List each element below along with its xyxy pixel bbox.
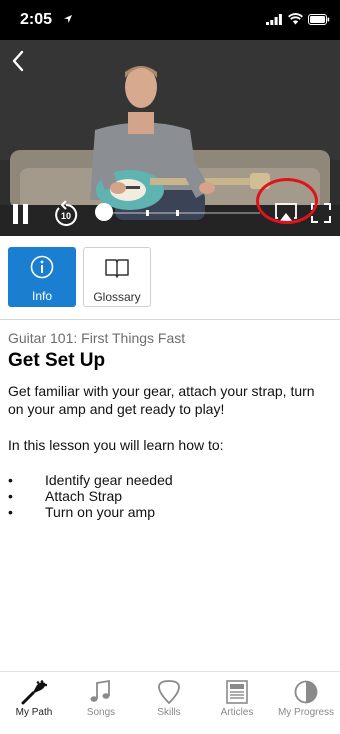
objectives-list: Identify gear needed Attach Strap Turn o… — [8, 472, 332, 520]
nav-my-progress-label: My Progress — [277, 707, 335, 718]
status-time: 2:05 — [20, 11, 53, 28]
replay-seconds: 10 — [61, 211, 71, 221]
info-icon — [30, 255, 54, 279]
pause-button[interactable] — [13, 204, 29, 224]
tab-info[interactable]: Info — [8, 247, 76, 307]
nav-skills[interactable]: Skills — [135, 672, 203, 734]
article-icon — [226, 680, 248, 704]
location-arrow-icon — [64, 15, 72, 23]
list-item: Identify gear needed — [8, 472, 332, 488]
nav-my-path[interactable]: My Path — [0, 672, 68, 734]
wifi-icon — [288, 13, 303, 25]
cellular-signal-icon — [266, 14, 282, 25]
nav-my-progress[interactable]: My Progress — [272, 672, 340, 734]
nav-articles[interactable]: Articles — [203, 672, 271, 734]
highlight-circle — [256, 178, 318, 224]
nav-skills-label: Skills — [157, 707, 181, 718]
course-title: Guitar 101: First Things Fast — [8, 330, 186, 346]
guitar-pick-icon — [158, 680, 180, 705]
list-item: Attach Strap — [8, 488, 332, 504]
pause-bar-right — [23, 204, 28, 224]
nav-songs[interactable]: Songs — [67, 672, 135, 734]
nav-my-path-label: My Path — [15, 707, 53, 718]
seek-bar[interactable] — [100, 210, 260, 216]
status-bar: 2:05 — [0, 0, 340, 40]
chapter-marker — [146, 210, 149, 216]
pause-bar-left — [13, 204, 18, 224]
music-note-icon — [90, 679, 110, 702]
seek-knob[interactable] — [95, 203, 113, 221]
lesson-title: Get Set Up — [8, 350, 106, 371]
back-button[interactable] — [8, 48, 30, 74]
replay-icon: 10 — [55, 200, 78, 226]
nav-songs-label: Songs — [86, 707, 116, 718]
replay-10-button[interactable]: 10 — [53, 199, 79, 227]
progress-circle-icon — [294, 680, 318, 704]
tab-glossary-label: Glossary — [93, 290, 141, 304]
list-item: Turn on your amp — [8, 504, 332, 520]
chapter-marker — [176, 210, 179, 216]
book-icon — [105, 259, 129, 278]
lesson-tabs: Info Glossary — [0, 236, 340, 320]
bottom-navigation: My Path Songs Skills Articles My Progres… — [0, 671, 340, 734]
guitar-headstock-icon — [21, 680, 47, 705]
nav-articles-label: Articles — [220, 707, 254, 718]
lesson-description: Get familiar with your gear, attach your… — [8, 383, 315, 417]
lesson-content: Guitar 101: First Things Fast Get Set Up… — [8, 329, 332, 520]
tab-info-label: Info — [31, 289, 52, 303]
objectives-intro: In this lesson you will learn how to: — [8, 437, 224, 453]
tab-glossary[interactable]: Glossary — [83, 247, 151, 307]
battery-icon — [308, 14, 330, 25]
